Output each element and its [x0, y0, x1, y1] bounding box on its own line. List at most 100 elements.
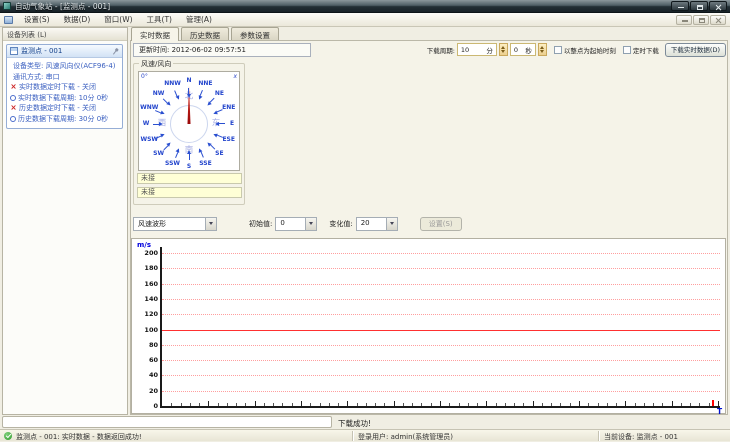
mdi-close-button[interactable] [710, 14, 726, 25]
y-tick-label: 60 [148, 356, 158, 365]
gridline [162, 375, 720, 377]
x-tick [338, 403, 340, 406]
waveform-controls: 风速波形 初始值: 0 变化值: 20 设置(S) [133, 216, 462, 231]
dropdown-arrow-icon[interactable] [385, 217, 397, 230]
status-divider [598, 431, 599, 441]
x-tick [634, 403, 636, 406]
x-tick [328, 403, 330, 406]
menu-data[interactable]: 数据(D) [57, 12, 98, 27]
gridline [162, 314, 720, 316]
period-icon [10, 115, 16, 122]
spinner-up-icon [540, 45, 545, 49]
device-info-line: 实时数据定时下载 - 关闭 [10, 82, 121, 93]
minutes-stepper[interactable] [498, 43, 508, 56]
x-tick [560, 403, 562, 406]
x-tick [597, 403, 599, 406]
spinner-up-icon [501, 45, 506, 49]
x-tick [486, 401, 488, 406]
device-panel-title: 监测点 - 001 [21, 47, 63, 55]
download-realtime-button[interactable]: 下载实时数据(D) [664, 42, 726, 57]
x-tick [180, 403, 182, 406]
x-tick [579, 401, 580, 406]
minutes-value: 10 [460, 45, 470, 54]
mdi-restore-button[interactable] [693, 14, 709, 25]
compass-arrow-icon [205, 140, 216, 151]
x-axis [160, 406, 720, 408]
download-controls: 下载周期: 10 分 0 秒 以整点为起始时刻 定时下载 下载实时数据(D) [427, 42, 726, 57]
timed-download-option[interactable]: 定时下载 [622, 45, 659, 55]
device-list-header: 设备列表 (L) [3, 28, 127, 41]
spinner-down-icon [501, 50, 506, 54]
x-tick [199, 403, 201, 406]
seconds-input[interactable]: 0 秒 [509, 43, 536, 56]
success-icon [4, 432, 12, 440]
waveform-select[interactable]: 风速波形 [133, 216, 217, 231]
tab-history-data[interactable]: 历史数据 [181, 27, 229, 40]
x-tick [569, 403, 571, 406]
cross-icon [10, 103, 17, 114]
initial-value-label: 初始值: [249, 219, 273, 228]
maximize-button[interactable] [690, 1, 708, 11]
compass-dir-W: W [142, 120, 150, 127]
start-at-hour-checkbox[interactable] [553, 45, 562, 54]
device-panel-header[interactable]: 监测点 - 001 [7, 45, 122, 58]
start-at-hour-label: 以整点为起始时刻 [563, 46, 616, 55]
change-value: 20 [360, 218, 370, 227]
menu-settings[interactable]: 设置(S) [17, 12, 57, 27]
start-at-hour-option[interactable]: 以整点为起始时刻 [553, 45, 616, 55]
compass-dir-SSW: SSW [165, 159, 181, 167]
period-icon [10, 94, 16, 101]
x-tick [273, 403, 275, 406]
menu-admin[interactable]: 管理(A) [179, 12, 219, 27]
x-tick [226, 403, 228, 406]
dropdown-arrow-icon[interactable] [205, 217, 216, 230]
compass-arrow-icon [212, 108, 223, 116]
device-panel-body: 设备类型: 风速风向仪(ACF96-4) 通讯方式: 串口实时数据定时下载 - 关… [7, 58, 122, 128]
seconds-stepper[interactable] [537, 43, 547, 56]
x-tick [541, 403, 543, 406]
settings-button[interactable]: 设置(S) [419, 216, 462, 231]
x-tick [690, 403, 692, 406]
mdi-child-icon[interactable] [4, 15, 13, 24]
wind-group-box: 风速/风向 0° x 北 南 东 西 NNNENEENEEESESESSESSS… [133, 59, 245, 205]
minimize-button[interactable] [671, 1, 689, 11]
menu-tools[interactable]: 工具(T) [140, 12, 179, 27]
pin-icon[interactable] [111, 46, 121, 56]
device-info-text: 设备类型: 风速风向仪(ACF96-4) [13, 62, 116, 70]
download-result-message: 下载成功! [338, 419, 372, 428]
timed-download-label: 定时下载 [632, 46, 659, 55]
compass-dir-ESE: ESE [222, 136, 235, 144]
seconds-unit: 秒 [525, 46, 532, 55]
dropdown-arrow-icon[interactable] [305, 217, 317, 230]
tab-parameter-settings[interactable]: 参数设置 [231, 27, 279, 40]
y-tick-label: 0 [153, 402, 158, 410]
device-panel[interactable]: 监测点 - 001 设备类型: 风速风向仪(ACF96-4) 通讯方式: 串口实时… [6, 44, 123, 129]
initial-value-select[interactable]: 0 [275, 216, 318, 231]
close-button[interactable] [709, 1, 727, 11]
compass-arrow-icon [197, 147, 205, 158]
compass-dir-NW: NW [152, 89, 165, 97]
x-tick [375, 403, 377, 406]
menu-window[interactable]: 窗口(W) [97, 12, 139, 27]
compass-arrow-icon [187, 150, 191, 160]
x-tick [421, 403, 423, 406]
compass-dir-N: N [186, 77, 192, 84]
y-axis-unit-label: m/s [137, 241, 152, 249]
compass-arrow-icon [187, 88, 191, 98]
download-period-label: 下载周期: [426, 46, 455, 55]
tab-realtime-data[interactable]: 实时数据 [131, 27, 179, 41]
change-value-select[interactable]: 20 [355, 216, 398, 231]
timed-download-checkbox[interactable] [622, 45, 631, 54]
main-area: 实时数据 历史数据 参数设置 更新时间: 2012-06-02 09:57:51… [130, 27, 728, 416]
minutes-input[interactable]: 10 分 [456, 43, 497, 56]
mdi-minimize-button[interactable] [676, 14, 692, 25]
x-tick [291, 403, 293, 406]
x-tick [282, 403, 284, 406]
wind-group-label: 风速/风向 [139, 59, 174, 69]
y-tick-label: 100 [144, 325, 158, 334]
x-tick [254, 401, 256, 406]
y-tick-label: 140 [144, 294, 158, 303]
x-tick [347, 401, 349, 406]
x-tick [588, 403, 590, 406]
y-axis [160, 247, 162, 407]
